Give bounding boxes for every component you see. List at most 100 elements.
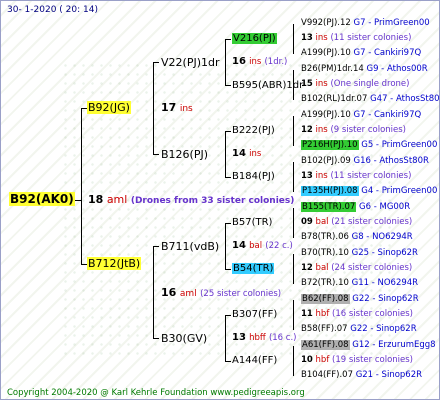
connector: [293, 162, 294, 192]
queen-g4[interactable]: B102(PJ).09 G16 - AthosSt80R: [301, 156, 429, 166]
queen-b711[interactable]: B711(vdB): [161, 240, 219, 253]
drone-info-g4: 12 bal (24 sister colonies): [301, 263, 412, 273]
drone-info-g4: 15 ins (One single drone): [301, 79, 409, 89]
pedigree-frame: 30- 1-2020 ( 20: 14) B92(AK0) 18 aml (Dr…: [0, 0, 440, 400]
connector: [293, 254, 294, 284]
breeder-code: G8 - NO6294R: [351, 232, 413, 242]
drone-sign: ins: [249, 149, 262, 159]
drone-sign: bal: [315, 263, 329, 273]
queen-g4[interactable]: P135H(PJ).08 G4 - PrimGreen00: [301, 186, 437, 196]
connector: [225, 269, 231, 270]
queen-g4[interactable]: B104(FF).07 G21 - Sinop62R: [301, 370, 422, 380]
drone-num: 16: [161, 286, 177, 299]
drone-info-g4: 13 ins (11 sister colonies): [301, 33, 411, 43]
drone-info-g4: 10 hbf (19 sister colonies): [301, 355, 413, 365]
drone-info-g4: 13 ins (11 sister colonies): [301, 171, 411, 181]
queen-g4[interactable]: A199(PJ).10 G7 - Cankiri97Q: [301, 48, 421, 58]
breeder-code: G22 - Sinop62R: [350, 324, 417, 334]
queen-label: B155(TR).07: [301, 202, 357, 212]
drone-sign: ins: [315, 171, 328, 181]
breeder-code: G4 - PrimGreen00: [361, 186, 438, 196]
drone-num: 14: [232, 148, 246, 159]
connector: [225, 315, 231, 316]
drone-num: 13: [232, 332, 246, 343]
connector: [153, 246, 159, 247]
connector: [153, 338, 159, 339]
drone-sign: ins: [249, 57, 262, 67]
root-queen[interactable]: B92(AK0): [9, 192, 75, 206]
queen-g4[interactable]: B62(FF).08 G22 - Sinop62R: [301, 294, 419, 304]
drone-num: 12: [301, 125, 313, 135]
drone-note: (11 sister colonies): [330, 33, 412, 43]
queen-g4[interactable]: B78(TR).06 G8 - NO6294R: [301, 232, 413, 242]
drone-note: (One single drone): [330, 79, 410, 89]
connector: [225, 177, 231, 178]
drone-note: (25 sister colonies): [200, 289, 282, 299]
root-num: 18: [88, 193, 104, 206]
queen-g4[interactable]: B102(RL)1dr.07 G47 - AthosSt80R: [301, 94, 440, 104]
drone-num: 13: [301, 33, 313, 43]
queen-g4[interactable]: B58(FF).07 G22 - Sinop62R: [301, 324, 417, 334]
queen-g4[interactable]: B70(TR).10 G25 - Sinop62R: [301, 248, 418, 258]
connector: [81, 108, 82, 265]
root-queen-label: B92(AK0): [9, 192, 75, 206]
breeder-code: G21 - Sinop62R: [355, 370, 423, 380]
queen-label: B102(PJ).09: [301, 156, 351, 166]
queen-b54[interactable]: B54(TR): [232, 263, 275, 274]
drone-num: 16: [232, 56, 246, 67]
connector: [293, 300, 294, 330]
queen-label: B104(FF).07: [301, 370, 353, 380]
root-note: (Drones from 33 sister colonies): [130, 196, 295, 206]
drone-info-g4: 11 hbf (16 sister colonies): [301, 309, 413, 319]
drone-num: 09: [301, 217, 313, 227]
queen-g4[interactable]: P216H(PJ).10 G5 - PrimGreen00: [301, 140, 437, 150]
queen-label: A199(PJ).10: [301, 110, 351, 120]
queen-b57[interactable]: B57(TR): [232, 217, 272, 228]
queen-b30[interactable]: B30(GV): [161, 332, 207, 345]
breeder-code: G16 - AthosSt80R: [353, 156, 429, 166]
connector: [225, 85, 231, 86]
queen-a144[interactable]: A144(FF): [232, 355, 277, 366]
drone-num: 17: [161, 101, 177, 114]
queen-g4[interactable]: B26(PM)1dr.14 G9 - Athos00R: [301, 64, 428, 74]
queen-g4[interactable]: A199(PJ).10 G7 - Cankiri97Q: [301, 110, 421, 120]
queen-b92-jg[interactable]: B92(JG): [87, 101, 131, 114]
queen-label: A61(FF).08: [301, 340, 350, 350]
breeder-code: G7 - Cankiri97Q: [353, 48, 422, 58]
queen-b222[interactable]: B222(PJ): [232, 125, 275, 136]
connector: [225, 223, 231, 224]
connector: [293, 24, 294, 54]
drone-note: (24 sister colonies): [331, 263, 413, 273]
breeder-code: G12 - ErzurumEgg8: [352, 340, 436, 350]
queen-g4[interactable]: A61(FF).08 G12 - ErzurumEgg8: [301, 340, 436, 350]
queen-g4[interactable]: V992(PJ).12 G7 - PrimGreen00: [301, 18, 430, 28]
queen-b712-jtb[interactable]: B712(JtB): [87, 257, 142, 270]
drone-num: 13: [301, 171, 313, 181]
queen-b184[interactable]: B184(PJ): [232, 171, 275, 182]
root-drone-info: 18 aml (Drones from 33 sister colonies): [88, 193, 294, 206]
queen-b595[interactable]: B595(ABR)1dr: [232, 80, 303, 91]
drone-info-b712: 16 aml (25 sister colonies): [161, 286, 281, 299]
connector: [225, 131, 231, 132]
connector: [153, 154, 159, 155]
drone-num: 10: [301, 355, 313, 365]
queen-g4[interactable]: B72(TR).10 G11 - NO6294R: [301, 278, 418, 288]
queen-label: V216(PJ): [232, 33, 277, 44]
drone-info-g4: 12 ins (9 sister colonies): [301, 125, 406, 135]
queen-g4[interactable]: B155(TR).07 G6 - MG00R: [301, 202, 410, 212]
queen-b307[interactable]: B307(FF): [232, 309, 277, 320]
queen-v22[interactable]: V22(PJ)1dr: [161, 56, 220, 69]
connector: [293, 116, 294, 146]
copyright-footer[interactable]: Copyright 2004-2020 @ Karl Kehrle Founda…: [7, 388, 305, 398]
queen-b126[interactable]: B126(PJ): [161, 148, 208, 161]
drone-note: (16 sister colonies): [332, 309, 414, 319]
drone-num: 14: [232, 240, 246, 251]
queen-v216[interactable]: V216(PJ): [232, 33, 277, 44]
drone-info-b222: 14 ins: [232, 148, 261, 159]
drone-sign: aml: [179, 289, 197, 299]
drone-info-g4: 09 bal (21 sister colonies): [301, 217, 412, 227]
connector: [225, 39, 226, 85]
queen-label: B92(JG): [87, 101, 131, 114]
queen-label: B70(TR).10: [301, 248, 349, 258]
drone-sign: ins: [179, 104, 193, 114]
